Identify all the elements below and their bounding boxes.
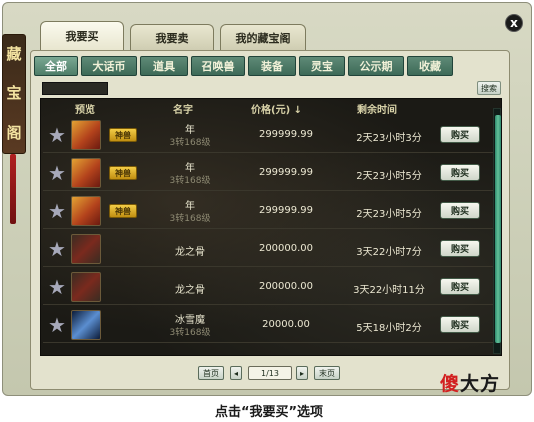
nian-pet-icon[interactable] <box>71 196 101 226</box>
watermark-part-b: 大方 <box>460 373 501 395</box>
screenshot-stage: 藏 宝 阁 x 我要买 我要卖 我的藏宝阁 全部 大话币 道具 召唤兽 装备 灵… <box>0 0 534 422</box>
side-banner-char-3: 阁 <box>6 123 22 142</box>
search-input[interactable] <box>42 82 108 95</box>
item-time-left: 2天23小时5分 <box>356 171 422 182</box>
table-row: ★ 龙之骨 200000.00 3天22小时7分 购买 <box>43 231 493 267</box>
divine-beast-badge: 神兽 <box>109 128 137 142</box>
item-name: 年 <box>185 125 195 136</box>
nian-pet-icon[interactable] <box>71 120 101 150</box>
favorite-star-icon[interactable]: ★ <box>47 163 67 183</box>
buy-button[interactable]: 购买 <box>440 240 480 257</box>
item-price: 200000.00 <box>258 243 314 254</box>
category-summons[interactable]: 召唤兽 <box>191 56 245 76</box>
category-lingbao[interactable]: 灵宝 <box>299 56 345 76</box>
watermark-part-a: 傻 <box>440 373 461 395</box>
site-watermark: 傻大方 <box>440 369 500 396</box>
item-price: 20000.00 <box>262 319 310 330</box>
favorite-star-icon[interactable]: ★ <box>47 201 67 221</box>
side-banner-char-2: 宝 <box>6 84 22 103</box>
category-public-period[interactable]: 公示期 <box>348 56 404 76</box>
favorite-star-icon[interactable]: ★ <box>47 125 67 145</box>
category-items[interactable]: 道具 <box>140 56 188 76</box>
item-level: 3转168级 <box>169 328 211 338</box>
favorite-star-icon[interactable]: ★ <box>47 239 67 259</box>
side-banner: 藏 宝 阁 <box>2 34 26 154</box>
buy-button[interactable]: 购买 <box>440 202 480 219</box>
item-price: 299999.99 <box>258 167 314 178</box>
table-row: ★ 神兽 年 3转168级 299999.99 2天23小时5分 购买 <box>43 193 493 229</box>
header-name: 名字 <box>173 105 193 116</box>
category-equipment[interactable]: 装备 <box>248 56 296 76</box>
page-indicator: 1/13 <box>248 366 292 380</box>
table-row: ★ 龙之骨 200000.00 3天22小时11分 购买 <box>43 269 493 305</box>
header-time-left: 剩余时间 <box>357 105 397 116</box>
item-time-left: 5天18小时2分 <box>356 323 422 334</box>
header-preview: 预览 <box>75 105 95 116</box>
figure-caption: 点击“我要买”选项 <box>214 405 324 420</box>
item-time-left: 2天23小时5分 <box>356 209 422 220</box>
item-name: 冰雪魔 <box>175 315 205 326</box>
first-page-button[interactable]: 首页 <box>198 366 224 380</box>
listing-table: 预览 名字 价格(元) ↓ 剩余时间 ★ 神兽 年 3转168级 299999.… <box>40 98 502 356</box>
item-price: 299999.99 <box>258 205 314 216</box>
scrollbar-thumb[interactable] <box>495 115 501 343</box>
category-currency[interactable]: 大话币 <box>81 56 137 76</box>
next-page-icon[interactable]: ▸ <box>296 366 308 380</box>
table-row: ★ 冰雪魔 3转168级 20000.00 5天18小时2分 购买 <box>43 307 493 343</box>
item-price: 299999.99 <box>258 129 314 140</box>
category-all[interactable]: 全部 <box>34 56 78 76</box>
favorite-star-icon[interactable]: ★ <box>47 277 67 297</box>
item-time-left: 3天22小时7分 <box>356 247 422 258</box>
header-price[interactable]: 价格(元) ↓ <box>251 101 302 116</box>
caption-bar: 点击“我要买”选项 <box>2 398 532 420</box>
listing-scrollbar[interactable] <box>493 108 501 354</box>
dragon-bone-icon[interactable] <box>71 272 101 302</box>
table-header: 预览 名字 价格(元) ↓ 剩余时间 <box>41 99 493 116</box>
item-name: 龙之骨 <box>175 247 205 258</box>
buy-button[interactable]: 购买 <box>440 126 480 143</box>
item-level: 3转168级 <box>169 138 211 148</box>
item-name: 年 <box>185 163 195 174</box>
buy-button[interactable]: 购买 <box>440 164 480 181</box>
side-banner-char-1: 藏 <box>6 45 22 64</box>
search-button[interactable]: 搜索 <box>477 81 501 95</box>
category-bar: 全部 大话币 道具 召唤兽 装备 灵宝 公示期 收藏 <box>34 56 506 78</box>
item-price: 200000.00 <box>258 281 314 292</box>
divine-beast-badge: 神兽 <box>109 166 137 180</box>
buy-button[interactable]: 购买 <box>440 278 480 295</box>
item-time-left: 2天23小时3分 <box>356 133 422 144</box>
tab-buy[interactable]: 我要买 <box>40 21 124 50</box>
dragon-bone-icon[interactable] <box>71 234 101 264</box>
item-level: 3转168级 <box>169 176 211 186</box>
item-level: 3转168级 <box>169 214 211 224</box>
tab-sell[interactable]: 我要卖 <box>130 24 214 50</box>
nian-pet-icon[interactable] <box>71 158 101 188</box>
ice-demon-icon[interactable] <box>71 310 101 340</box>
close-icon[interactable]: x <box>505 14 523 32</box>
item-name: 龙之骨 <box>175 285 205 296</box>
buy-button[interactable]: 购买 <box>440 316 480 333</box>
prev-page-icon[interactable]: ◂ <box>230 366 242 380</box>
favorite-star-icon[interactable]: ★ <box>47 315 67 335</box>
item-time-left: 3天22小时11分 <box>353 285 425 296</box>
table-row: ★ 神兽 年 3转168级 299999.99 2天23小时3分 购买 <box>43 117 493 153</box>
tab-my-pavilion[interactable]: 我的藏宝阁 <box>220 24 306 50</box>
divine-beast-badge: 神兽 <box>109 204 137 218</box>
tassel-ornament <box>10 154 16 224</box>
last-page-button[interactable]: 末页 <box>314 366 340 380</box>
table-row: ★ 神兽 年 3转168级 299999.99 2天23小时5分 购买 <box>43 155 493 191</box>
category-favorites[interactable]: 收藏 <box>407 56 453 76</box>
item-name: 年 <box>185 201 195 212</box>
pagination: 首页 ◂ 1/13 ▸ 末页 <box>198 366 348 382</box>
